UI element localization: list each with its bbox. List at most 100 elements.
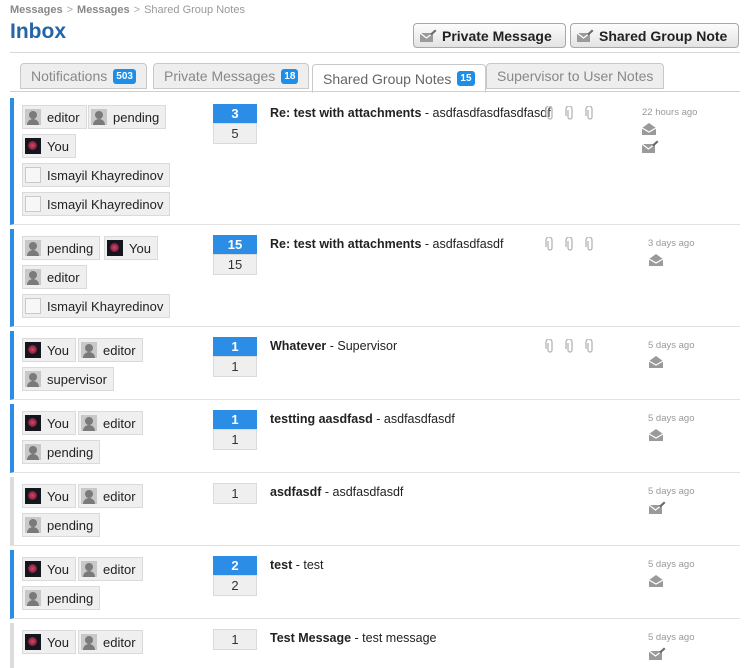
user-avatar-icon [25,167,41,183]
tab-badge: 18 [281,68,299,84]
user-avatar-icon [25,634,41,650]
total-count: 2 [213,575,257,596]
total-count: 1 [213,356,257,377]
thread-subject[interactable]: Re: test with attachments - asdfasdfasdf… [270,106,551,120]
participant-chip[interactable]: editor [22,265,87,289]
paperclip-icon[interactable] [565,237,575,251]
paperclip-icon[interactable] [565,339,575,353]
total-count: 1 [213,483,257,504]
user-avatar-icon [25,561,41,577]
breadcrumb-item[interactable]: Messages [10,4,63,16]
user-avatar-icon [81,488,97,504]
breadcrumb-item[interactable]: Messages [77,4,130,16]
shared-group-note-button[interactable]: Shared Group Note [570,23,739,48]
participant-chip[interactable]: You [22,484,76,508]
thread-row[interactable]: You editor pending 1 1 testting aasdfasd… [10,404,740,473]
unread-count: 1 [213,410,257,429]
participant-chip[interactable]: You [22,411,76,435]
user-avatar-icon [25,590,41,606]
compose-envelope-icon [576,29,594,42]
attachments [545,106,595,120]
user-avatar-icon [25,444,41,460]
thread-row[interactable]: You editor 1 Test Message - test message… [10,623,740,668]
participant-chip[interactable]: editor [78,411,143,435]
total-count: 5 [213,123,257,144]
thread-subject[interactable]: test - test [270,558,324,572]
participant-chip[interactable]: You [22,630,76,654]
thread-subject[interactable]: Re: test with attachments - asdfasdfasdf [270,237,503,251]
paperclip-icon[interactable] [545,106,555,120]
mark-read-envelope-icon[interactable] [648,574,666,588]
participant-chip[interactable]: pending [22,586,101,610]
unread-count: 15 [213,235,257,254]
thread-time: 3 days ago [648,238,695,249]
user-avatar-icon [91,109,107,125]
participant-chip[interactable]: pending [22,236,101,260]
mark-read-envelope-icon[interactable] [641,122,659,136]
thread-row[interactable]: You editor supervisor 1 1 Whatever - Sup… [10,331,740,400]
user-avatar-icon [25,342,41,358]
tab-private-messages[interactable]: Private Messages 18 [153,63,310,89]
participant-chip[interactable]: Ismayil Khayredinov [22,192,171,216]
participant-chip[interactable]: pending [22,440,101,464]
message-counts: 2 2 [213,556,257,596]
paperclip-icon[interactable] [545,339,555,353]
participant-chip[interactable]: editor [22,105,87,129]
thread-time: 5 days ago [648,486,695,497]
participant-chip[interactable]: pending [88,105,167,129]
mark-read-envelope-icon[interactable] [648,355,666,369]
participant-chip[interactable]: editor [78,484,143,508]
participant-chip[interactable]: Ismayil Khayredinov [22,163,171,187]
thread-row[interactable]: pending You editor Ismayil Khayredinov 1… [10,229,740,327]
thread-time: 5 days ago [648,413,695,424]
private-message-button[interactable]: Private Message [413,23,566,48]
tab-shared-group-notes[interactable]: Shared Group Notes 15 [312,64,486,93]
paperclip-icon[interactable] [585,106,595,120]
participant-chip[interactable]: editor [78,338,143,362]
participant-chip[interactable]: supervisor [22,367,114,391]
thread-time: 22 hours ago [642,107,698,118]
divider [10,52,740,53]
tab-supervisor-notes[interactable]: Supervisor to User Notes [486,63,665,89]
page-title: Inbox [10,20,66,43]
breadcrumb: Messages > Messages > Shared Group Notes [10,4,245,16]
participant-chip[interactable]: You [104,236,158,260]
participant-chip[interactable]: You [22,134,76,158]
reply-envelope-icon[interactable] [648,647,666,661]
thread-row[interactable]: You editor pending 2 2 test - test 5 day… [10,550,740,619]
mark-read-envelope-icon[interactable] [648,253,666,267]
tab-notifications[interactable]: Notifications 503 [20,63,147,89]
thread-subject[interactable]: Whatever - Supervisor [270,339,397,353]
tab-badge: 503 [113,68,136,84]
participant-chip[interactable]: pending [22,513,101,537]
mark-read-envelope-icon[interactable] [648,428,666,442]
user-avatar-icon [25,240,41,256]
user-avatar-icon [25,371,41,387]
tabs-divider [10,91,740,92]
participant-chip[interactable]: editor [78,630,143,654]
reply-envelope-icon[interactable] [641,140,659,154]
tab-label: Supervisor to User Notes [497,68,654,84]
participant-chip[interactable]: editor [78,557,143,581]
participant-chip[interactable]: Ismayil Khayredinov [22,294,171,318]
reply-envelope-icon[interactable] [648,501,666,515]
paperclip-icon[interactable] [585,339,595,353]
user-avatar-icon [81,634,97,650]
unread-count: 3 [213,104,257,123]
tab-label: Shared Group Notes [323,70,452,87]
thread-subject[interactable]: testting aasdfasd - asdfasdfasdf [270,412,455,426]
participant-chip[interactable]: You [22,338,76,362]
thread-subject[interactable]: Test Message - test message [270,631,437,645]
participant-chip[interactable]: You [22,557,76,581]
thread-subject[interactable]: asdfasdf - asdfasdfasdf [270,485,403,499]
thread-row[interactable]: You editor pending 1 asdfasdf - asdfasdf… [10,477,740,546]
thread-row[interactable]: editor pending You Ismayil Khayredinov I… [10,98,740,225]
total-count: 1 [213,629,257,650]
user-avatar-icon [25,138,41,154]
paperclip-icon[interactable] [545,237,555,251]
thread-time: 5 days ago [648,340,695,351]
paperclip-icon[interactable] [565,106,575,120]
thread-time: 5 days ago [648,632,695,643]
message-counts: 1 [213,629,257,650]
paperclip-icon[interactable] [585,237,595,251]
